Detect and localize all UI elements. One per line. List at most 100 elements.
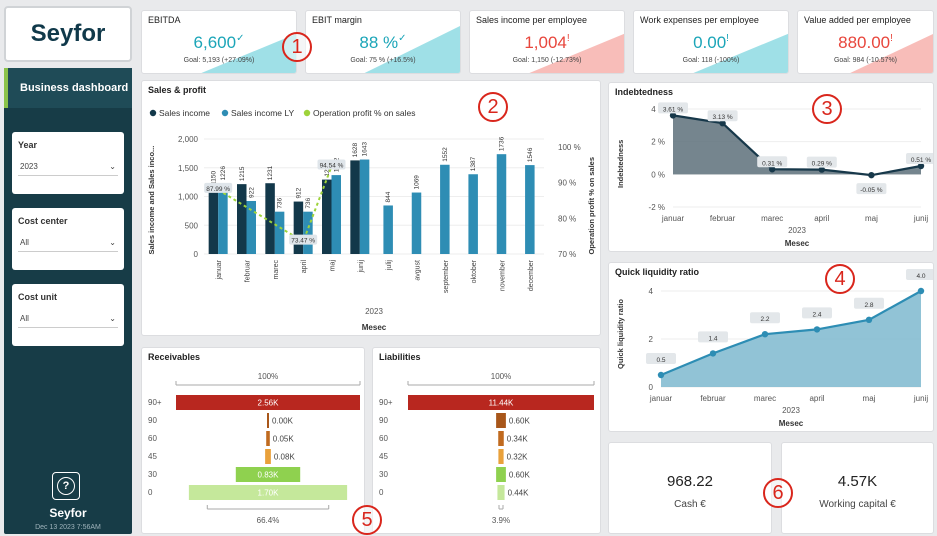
funnel-bar-label: 0.60K — [509, 471, 531, 480]
cash-value: 968.22 — [667, 473, 713, 490]
funnel-bar-label: 1.70K — [258, 489, 280, 498]
x-year-label: 2023 — [365, 307, 383, 316]
kpi-card-3: Sales income per employee 1,004! Goal: 1,1… — [469, 10, 625, 74]
kpi-title: Work expenses per employee — [640, 15, 759, 25]
data-label: 0.31 % — [762, 160, 782, 167]
cost-center-filter: Cost center All ⌄ — [12, 208, 124, 270]
kpi-value: 0.00 — [693, 33, 727, 52]
sidebar-brand: Seyfor — [49, 506, 87, 520]
kpi-card-2: EBIT margin 88 %✓ Goal: 75 % (+16.5%) — [305, 10, 461, 74]
cost-center-dropdown[interactable]: All ⌄ — [18, 234, 118, 252]
kpi-card-5: Value added per employee 880.00! Goal: 984… — [797, 10, 934, 74]
funnel-bar-label: 0.83K — [258, 471, 280, 480]
x-tick-label: marec — [754, 394, 776, 403]
x-tick-label: marec — [273, 260, 280, 280]
indebtedness-title: Indebtedness — [615, 87, 674, 97]
funnel-category: 60 — [148, 434, 157, 443]
data-label: 4.0 — [916, 273, 925, 280]
bar-sales-income — [237, 184, 247, 254]
bar-label: 1387 — [470, 156, 477, 171]
receivables-title: Receivables — [148, 352, 201, 362]
bar-label: 922 — [248, 187, 255, 198]
legend-label: Sales income — [159, 108, 210, 118]
profit-label: 73.47 % — [291, 238, 315, 245]
bar-label: 736 — [277, 197, 284, 208]
funnel-category: 0 — [148, 488, 153, 497]
funnel-bar — [498, 449, 504, 464]
cost-unit-filter: Cost unit All ⌄ — [12, 284, 124, 346]
kpi-value: 1,004 — [524, 33, 567, 52]
quick-liquidity-chart: 4 2 0 0.5 januar 1.4 februar 2.2 marec 2.4 april 2.… — [616, 269, 933, 428]
x-tick-label: oktober — [471, 259, 478, 283]
bar-label: 1628 — [352, 143, 359, 158]
data-label: 3.13 % — [712, 114, 732, 121]
alert-icon: ! — [566, 33, 570, 44]
data-label: 3.61 % — [663, 106, 683, 113]
funnel-bar-label: 0.05K — [273, 435, 295, 444]
funnel-bar — [496, 413, 506, 428]
callout-6: 6 — [763, 478, 793, 508]
funnel-bar — [265, 449, 271, 464]
kpi-value-row: 0.00! — [634, 33, 788, 53]
funnel-bar-label: 0.00K — [272, 417, 294, 426]
quick-liquidity-panel: Quick liquidity ratio 4 2 0 0.5 januar 1.4 feb… — [608, 262, 934, 432]
indebtedness-panel: Indebtedness 4 %2 %0 %-2 %3.61 %januar3.… — [608, 82, 934, 252]
bar-sales-income-ly — [274, 211, 285, 254]
help-button[interactable]: ? — [52, 472, 80, 500]
x-tick-label: junij — [913, 394, 928, 403]
bar-label: 1231 — [267, 165, 274, 180]
funnel-category: 0 — [379, 488, 384, 497]
data-point — [868, 171, 875, 179]
cost-unit-dropdown[interactable]: All ⌄ — [18, 310, 118, 328]
x-tick-label: maj — [863, 394, 876, 403]
legend-marker — [303, 109, 311, 117]
x-tick-label: januar — [649, 394, 673, 403]
bar-label: 736 — [305, 197, 312, 208]
funnel-bar-label: 0.34K — [507, 435, 529, 444]
x-tick-label: marec — [761, 214, 783, 223]
y-axis-title: Quick liquidity ratio — [616, 299, 625, 369]
bar-label: 1150 — [210, 171, 217, 185]
kpi-value-row: 6,600✓ — [142, 33, 296, 53]
bar-label: 1736 — [499, 136, 506, 151]
funnel-top-label: 100% — [258, 372, 278, 381]
y-tick-label: 2,000 — [178, 135, 199, 144]
funnel-category: 90+ — [379, 398, 393, 407]
refresh-timestamp: Dec 13 2023 7:56AM — [35, 524, 101, 531]
year-dropdown[interactable]: 2023 ⌄ — [18, 158, 118, 176]
x-year-label: 2023 — [788, 226, 806, 235]
bar-label: 1552 — [442, 147, 449, 162]
x-tick-label: februar — [700, 394, 726, 403]
kpi-goal: Goal: 5,193 (+27.09%) — [183, 57, 255, 64]
bar-sales-income-ly — [440, 164, 450, 254]
kpi-value-row: 88 %✓ — [306, 33, 460, 53]
legend-marker — [149, 109, 157, 117]
data-label: 1.4 — [708, 335, 717, 342]
bar-label: 1643 — [362, 142, 369, 157]
y-tick-label: 2 % — [651, 138, 665, 147]
funnel-bar-label: 11.44K — [489, 399, 514, 408]
kpi-title: Value added per employee — [804, 15, 911, 25]
kpi-goal: Goal: 75 % (+16.5%) — [350, 57, 416, 64]
cost-center-filter-label: Cost center — [18, 216, 68, 226]
funnel-category: 45 — [148, 452, 157, 461]
check-icon: ✓ — [398, 33, 407, 44]
y-tick-label: 1,000 — [178, 193, 199, 202]
data-label: -0.05 % — [860, 187, 883, 194]
x-tick-label: april — [814, 214, 829, 223]
bar-label: 912 — [295, 187, 302, 198]
kpi-value-row: 880.00! — [798, 33, 933, 53]
cost-unit-filter-label: Cost unit — [18, 292, 57, 302]
funnel-bottom-label: 66.4% — [257, 516, 280, 525]
y-tick-label: 2 — [649, 335, 654, 344]
kpi-value: 880.00 — [838, 33, 891, 52]
funnel-bar-label: 2.56K — [258, 399, 280, 408]
x-tick-label: junij — [358, 260, 365, 274]
x-tick-label: februar — [245, 259, 252, 282]
receivables-panel: Receivables 100% 90+ 2.56K 90 0.00K 60 0.05K 45… — [141, 347, 365, 534]
funnel-bar-label: 0.60K — [509, 417, 531, 426]
nav-business-dashboard[interactable]: Business dashboard — [4, 68, 132, 108]
profit-label: 87.99 % — [206, 186, 230, 193]
y-tick-label: 0 — [194, 250, 199, 259]
funnel-bar — [496, 467, 506, 482]
